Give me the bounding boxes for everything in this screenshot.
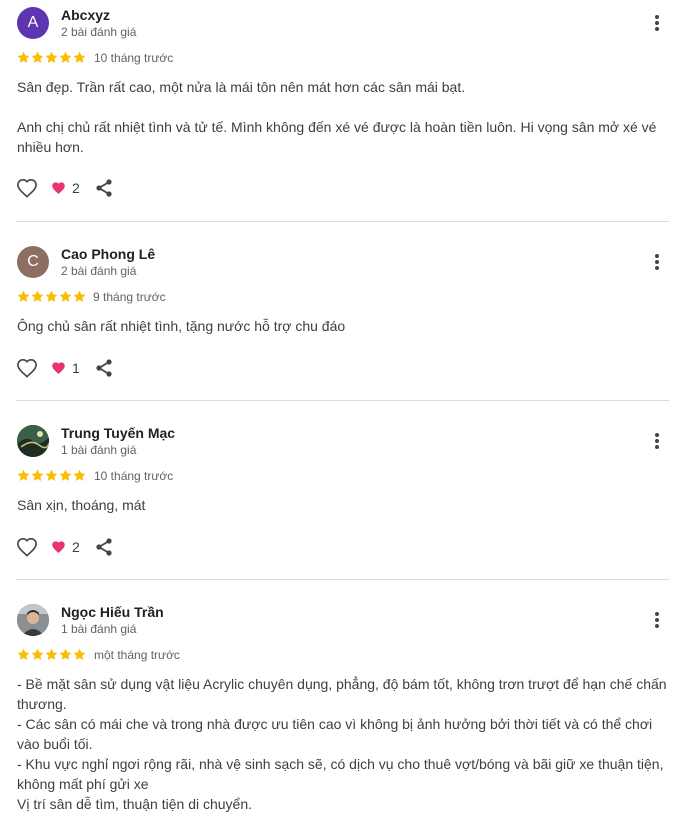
avatar[interactable]: A bbox=[17, 7, 49, 39]
reviewer-name[interactable]: Abcxyz bbox=[61, 7, 110, 23]
review-card: Ngọc Hiếu Trần 1 bài đánh giá một tháng … bbox=[0, 580, 693, 817]
star-icon bbox=[45, 648, 58, 660]
heart-filled-icon bbox=[52, 541, 65, 553]
review-count: 1 bài đánh giá bbox=[61, 622, 137, 636]
star-icon bbox=[17, 290, 30, 302]
star-icon bbox=[31, 51, 44, 63]
like-button[interactable] bbox=[15, 535, 39, 559]
star-icon bbox=[59, 469, 72, 481]
avatar[interactable]: C bbox=[17, 246, 49, 278]
heart-outline-icon bbox=[17, 537, 37, 557]
reaction-summary[interactable]: 2 bbox=[51, 539, 80, 555]
reviewer-name[interactable]: Trung Tuyến Mạc bbox=[61, 425, 175, 441]
share-button[interactable] bbox=[92, 356, 116, 380]
reaction-summary[interactable]: 2 bbox=[51, 180, 80, 196]
landscape-photo-icon bbox=[17, 425, 49, 457]
review-time: 10 tháng trước bbox=[94, 469, 174, 483]
review-time: 10 tháng trước bbox=[94, 51, 174, 65]
person-photo-icon bbox=[17, 604, 49, 636]
review-text: Ông chủ sân rất nhiệt tình, tặng nước hỗ… bbox=[17, 318, 346, 334]
star-rating bbox=[17, 51, 86, 65]
reaction-count: 2 bbox=[72, 180, 80, 196]
share-button[interactable] bbox=[92, 176, 116, 200]
review-card: C Cao Phong Lê 2 bài đánh giá 9 tháng tr… bbox=[0, 222, 693, 402]
review-count: 2 bài đánh giá bbox=[61, 264, 137, 278]
star-icon bbox=[59, 51, 72, 63]
star-icon bbox=[17, 51, 30, 63]
heart-filled-icon bbox=[52, 362, 65, 374]
star-icon bbox=[59, 648, 72, 660]
avatar[interactable] bbox=[17, 604, 49, 636]
more-vert-icon bbox=[655, 15, 659, 31]
review-text: Sân xịn, thoáng, mát bbox=[17, 497, 146, 513]
reaction-count: 1 bbox=[72, 360, 80, 376]
more-options-button[interactable] bbox=[645, 11, 669, 35]
reaction-count: 2 bbox=[72, 539, 80, 555]
review-actions: 1 bbox=[15, 356, 116, 380]
more-options-button[interactable] bbox=[645, 429, 669, 453]
review-actions: 2 bbox=[15, 176, 116, 200]
review-text: Sân đẹp. Trần rất cao, một nửa là mái tô… bbox=[17, 79, 657, 155]
review-card: A Abcxyz 2 bài đánh giá 10 tháng trước S… bbox=[0, 0, 693, 222]
review-card: Trung Tuyến Mạc 1 bài đánh giá 10 tháng … bbox=[0, 401, 693, 581]
review-actions: 2 bbox=[15, 535, 116, 559]
star-icon bbox=[73, 648, 86, 660]
star-icon bbox=[17, 469, 30, 481]
share-icon bbox=[96, 359, 112, 377]
star-icon bbox=[31, 469, 44, 481]
star-icon bbox=[59, 290, 72, 302]
star-icon bbox=[45, 469, 58, 481]
star-icon bbox=[31, 648, 44, 660]
heart-outline-icon bbox=[17, 358, 37, 378]
reviewer-name[interactable]: Ngọc Hiếu Trần bbox=[61, 604, 164, 620]
star-rating bbox=[17, 469, 86, 483]
more-vert-icon bbox=[655, 433, 659, 449]
share-icon bbox=[96, 179, 112, 197]
share-icon bbox=[96, 538, 112, 556]
star-icon bbox=[73, 290, 86, 302]
heart-filled-icon bbox=[52, 182, 65, 194]
reviewer-name[interactable]: Cao Phong Lê bbox=[61, 246, 155, 262]
star-icon bbox=[31, 290, 44, 302]
avatar[interactable] bbox=[17, 425, 49, 457]
like-button[interactable] bbox=[15, 356, 39, 380]
star-rating bbox=[17, 648, 86, 662]
more-options-button[interactable] bbox=[645, 608, 669, 632]
more-options-button[interactable] bbox=[645, 250, 669, 274]
review-count: 1 bài đánh giá bbox=[61, 443, 137, 457]
star-icon bbox=[45, 51, 58, 63]
like-button[interactable] bbox=[15, 176, 39, 200]
more-vert-icon bbox=[655, 612, 659, 628]
star-icon bbox=[73, 51, 86, 63]
share-button[interactable] bbox=[92, 535, 116, 559]
more-vert-icon bbox=[655, 254, 659, 270]
heart-outline-icon bbox=[17, 178, 37, 198]
reaction-summary[interactable]: 1 bbox=[51, 360, 80, 376]
star-rating bbox=[17, 290, 86, 304]
review-text: - Bề mặt sân sử dụng vật liệu Acrylic ch… bbox=[17, 676, 667, 812]
star-icon bbox=[73, 469, 86, 481]
review-count: 2 bài đánh giá bbox=[61, 25, 137, 39]
review-time: 9 tháng trước bbox=[93, 290, 166, 304]
review-time: một tháng trước bbox=[94, 648, 180, 662]
star-icon bbox=[45, 290, 58, 302]
star-icon bbox=[17, 648, 30, 660]
